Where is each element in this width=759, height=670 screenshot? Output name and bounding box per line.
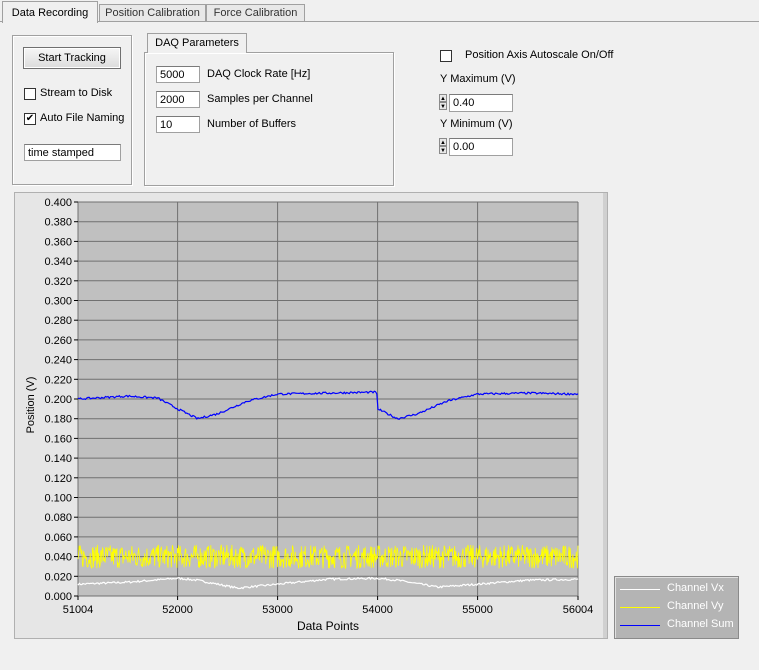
tab-bar: Data Recording Position Calibration Forc… — [0, 0, 759, 23]
number-of-buffers-field[interactable]: 10 — [156, 116, 200, 133]
stream-to-disk-label: Stream to Disk — [40, 87, 113, 99]
y-maximum-spinner[interactable]: ▲ ▼ — [439, 94, 447, 112]
y-tick-label: 0.220 — [44, 374, 72, 386]
tab-data-recording[interactable]: Data Recording — [2, 1, 98, 23]
checkmark-icon: ✔ — [25, 113, 35, 124]
tracking-panel: Start Tracking Stream to Disk ✔ Auto Fil… — [12, 35, 132, 185]
y-tick-label: 0.320 — [44, 276, 72, 288]
y-tick-label: 0.140 — [44, 453, 72, 465]
x-tick-label: 55000 — [462, 604, 493, 616]
y-tick-label: 0.000 — [44, 591, 72, 603]
y-axis-label: Position (V) — [25, 377, 37, 434]
samples-per-channel-label: Samples per Channel — [207, 93, 313, 105]
samples-per-channel-field[interactable]: 2000 — [156, 91, 200, 108]
y-tick-label: 0.120 — [44, 473, 72, 485]
y-tick-labels: 0.000 0.020 0.040 0.060 0.080 0.100 0.120 0.140… — [44, 197, 78, 603]
number-of-buffers-label: Number of Buffers — [207, 118, 297, 130]
x-tick-label: 53000 — [262, 604, 293, 616]
daq-panel: 5000 DAQ Clock Rate [Hz] 2000 Samples pe… — [144, 52, 394, 186]
legend-swatch-vx — [620, 589, 660, 590]
y-tick-label: 0.200 — [44, 394, 72, 406]
y-tick-label: 0.180 — [44, 414, 72, 426]
y-tick-label: 0.240 — [44, 355, 72, 367]
file-name-field[interactable]: time stamped — [24, 144, 121, 161]
legend-label-sum: Channel Sum — [667, 618, 734, 630]
x-axis-label: Data Points — [297, 619, 359, 633]
y-tick-label: 0.080 — [44, 512, 72, 524]
y-tick-label: 0.040 — [44, 552, 72, 564]
y-tick-label: 0.380 — [44, 217, 72, 229]
tab-position-calibration[interactable]: Position Calibration — [99, 4, 206, 22]
y-tick-label: 0.360 — [44, 236, 72, 248]
y-tick-label: 0.060 — [44, 532, 72, 544]
tab-force-calibration[interactable]: Force Calibration — [206, 4, 305, 22]
legend-label-vy: Channel Vy — [667, 600, 724, 612]
start-tracking-button[interactable]: Start Tracking — [23, 47, 121, 69]
autoscale-checkbox[interactable] — [440, 50, 452, 62]
auto-file-naming-checkbox[interactable]: ✔ — [24, 113, 36, 125]
up-arrow-icon[interactable]: ▲ — [439, 94, 447, 102]
position-chart[interactable]: 0.000 0.020 0.040 0.060 0.080 0.100 0.120 0.140… — [14, 192, 606, 637]
auto-file-naming-label: Auto File Naming — [40, 112, 125, 124]
tab-divider — [0, 21, 759, 22]
x-tick-label: 54000 — [362, 604, 393, 616]
y-minimum-spinner[interactable]: ▲ ▼ — [439, 138, 447, 156]
x-tick-label: 56004 — [563, 604, 594, 616]
stream-to-disk-checkbox[interactable] — [24, 88, 36, 100]
y-tick-label: 0.400 — [44, 197, 72, 209]
legend-label-vx: Channel Vx — [667, 582, 724, 594]
y-tick-label: 0.100 — [44, 493, 72, 505]
daq-parameters-tab[interactable]: DAQ Parameters — [147, 33, 247, 53]
autoscale-label: Position Axis Autoscale On/Off — [465, 49, 614, 61]
legend-swatch-vy — [620, 607, 660, 608]
chart-legend: Channel Vx Channel Vy Channel Sum — [614, 576, 739, 639]
x-tick-labels: 51004 52000 53000 54000 55000 56004 — [63, 596, 594, 616]
daq-clock-rate-field[interactable]: 5000 — [156, 66, 200, 83]
y-maximum-field[interactable]: 0.40 — [449, 94, 513, 112]
y-tick-label: 0.020 — [44, 571, 72, 583]
legend-swatch-sum — [620, 625, 660, 626]
y-tick-label: 0.280 — [44, 315, 72, 327]
y-tick-label: 0.260 — [44, 335, 72, 347]
x-tick-label: 51004 — [63, 604, 94, 616]
y-minimum-field[interactable]: 0.00 — [449, 138, 513, 156]
y-tick-label: 0.160 — [44, 433, 72, 445]
y-tick-label: 0.300 — [44, 296, 72, 308]
x-tick-label: 52000 — [162, 604, 193, 616]
y-tick-label: 0.340 — [44, 256, 72, 268]
up-arrow-icon[interactable]: ▲ — [439, 138, 447, 146]
y-minimum-label: Y Minimum (V) — [440, 118, 513, 130]
daq-clock-rate-label: DAQ Clock Rate [Hz] — [207, 68, 311, 80]
down-arrow-icon[interactable]: ▼ — [439, 102, 447, 110]
down-arrow-icon[interactable]: ▼ — [439, 146, 447, 154]
y-maximum-label: Y Maximum (V) — [440, 73, 516, 85]
